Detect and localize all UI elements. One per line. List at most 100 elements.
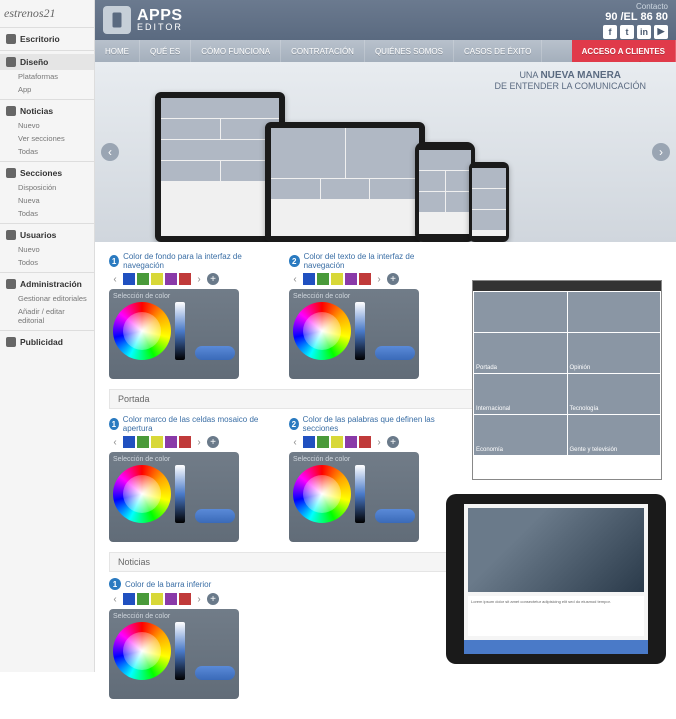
- add-swatch-button[interactable]: +: [387, 436, 399, 448]
- color-swatch[interactable]: [165, 436, 177, 448]
- swatch-prev[interactable]: ‹: [109, 436, 121, 448]
- color-swatch[interactable]: [151, 436, 163, 448]
- add-swatch-button[interactable]: +: [207, 593, 219, 605]
- contact-label: Contacto: [603, 2, 668, 11]
- color-wheel[interactable]: [293, 465, 351, 523]
- sidebar-item[interactable]: Nuevo: [0, 243, 94, 256]
- color-swatch[interactable]: [165, 273, 177, 285]
- sidebar-item[interactable]: Todas: [0, 145, 94, 158]
- bell-icon: [6, 106, 16, 116]
- picker-title: Selección de color: [113, 456, 235, 463]
- color-swatch[interactable]: [137, 436, 149, 448]
- color-wheel[interactable]: [113, 622, 171, 680]
- picker-ok-button[interactable]: [375, 509, 415, 523]
- nav-item[interactable]: QUIÉNES SOMOS: [365, 40, 454, 62]
- color-swatch[interactable]: [303, 436, 315, 448]
- nav-item[interactable]: HOME: [95, 40, 140, 62]
- nav-item[interactable]: QUÉ ES: [140, 40, 191, 62]
- social-icon[interactable]: ▶: [654, 25, 668, 39]
- sidebar-item[interactable]: Gestionar editoriales: [0, 292, 94, 305]
- nav-access-clients[interactable]: ACCESO A CLIENTES: [572, 40, 676, 62]
- swatch-next[interactable]: ›: [193, 273, 205, 285]
- add-swatch-button[interactable]: +: [207, 436, 219, 448]
- sidebar-item[interactable]: Nuevo: [0, 119, 94, 132]
- color-wheel[interactable]: [113, 465, 171, 523]
- carousel-prev-button[interactable]: ‹: [101, 143, 119, 161]
- social-row: ftin▶: [603, 25, 668, 39]
- swatch-prev[interactable]: ‹: [109, 273, 121, 285]
- color-swatch[interactable]: [123, 273, 135, 285]
- picker-ok-button[interactable]: [195, 666, 235, 680]
- sidebar-item[interactable]: Ver secciones: [0, 132, 94, 145]
- color-swatch[interactable]: [345, 273, 357, 285]
- color-swatch[interactable]: [151, 593, 163, 605]
- swatch-prev[interactable]: ‹: [289, 436, 301, 448]
- color-swatch[interactable]: [179, 273, 191, 285]
- sidebar-item[interactable]: Disposición: [0, 181, 94, 194]
- picker-ok-button[interactable]: [375, 346, 415, 360]
- sidebar-item[interactable]: Todos: [0, 256, 94, 269]
- brightness-slider[interactable]: [175, 465, 185, 523]
- sidebar-item[interactable]: Nueva: [0, 194, 94, 207]
- color-swatch[interactable]: [331, 436, 343, 448]
- swatch-prev[interactable]: ‹: [109, 593, 121, 605]
- sidebar-group-usuarios[interactable]: Usuarios: [0, 227, 94, 243]
- nav-item[interactable]: CASOS DE ÉXITO: [454, 40, 542, 62]
- picker-ok-button[interactable]: [195, 346, 235, 360]
- brightness-slider[interactable]: [175, 622, 185, 680]
- social-icon[interactable]: f: [603, 25, 617, 39]
- add-swatch-button[interactable]: +: [387, 273, 399, 285]
- color-swatch[interactable]: [165, 593, 177, 605]
- sidebar-group-diseño[interactable]: Diseño: [0, 54, 94, 70]
- color-option-label: Color del texto de la interfaz de navega…: [304, 252, 439, 270]
- tablet-article-image: [468, 508, 644, 592]
- sidebar-item[interactable]: Plataformas: [0, 70, 94, 83]
- color-swatch[interactable]: [123, 436, 135, 448]
- color-wheel[interactable]: [113, 302, 171, 360]
- color-swatch[interactable]: [137, 273, 149, 285]
- swatch-next[interactable]: ›: [373, 436, 385, 448]
- sidebar-group-escritorio[interactable]: Escritorio: [0, 31, 94, 47]
- sidebar-item[interactable]: Todas: [0, 207, 94, 220]
- color-picker[interactable]: Selección de color: [289, 452, 419, 542]
- color-swatch[interactable]: [179, 593, 191, 605]
- color-swatch[interactable]: [359, 436, 371, 448]
- sidebar-group-noticias[interactable]: Noticias: [0, 103, 94, 119]
- color-swatch[interactable]: [123, 593, 135, 605]
- color-swatch[interactable]: [331, 273, 343, 285]
- color-swatch[interactable]: [179, 436, 191, 448]
- color-swatch[interactable]: [303, 273, 315, 285]
- color-swatch[interactable]: [317, 436, 329, 448]
- social-icon[interactable]: in: [637, 25, 651, 39]
- nav-item[interactable]: CONTRATACIÓN: [281, 40, 365, 62]
- sidebar-group-publicidad[interactable]: Publicidad: [0, 334, 94, 350]
- color-swatch[interactable]: [317, 273, 329, 285]
- brightness-slider[interactable]: [175, 302, 185, 360]
- picker-ok-button[interactable]: [195, 509, 235, 523]
- carousel-next-button[interactable]: ›: [652, 143, 670, 161]
- header-contact: Contacto 90 /EL 86 80 ftin▶: [603, 2, 668, 39]
- social-icon[interactable]: t: [620, 25, 634, 39]
- color-picker[interactable]: Selección de color: [289, 289, 419, 379]
- sidebar-group-administración[interactable]: Administración: [0, 276, 94, 292]
- color-wheel[interactable]: [293, 302, 351, 360]
- swatch-next[interactable]: ›: [373, 273, 385, 285]
- add-swatch-button[interactable]: +: [207, 273, 219, 285]
- color-picker[interactable]: Selección de color: [109, 289, 239, 379]
- brightness-slider[interactable]: [355, 302, 365, 360]
- nav-item[interactable]: CÓMO FUNCIONA: [191, 40, 281, 62]
- swatch-next[interactable]: ›: [193, 593, 205, 605]
- swatch-next[interactable]: ›: [193, 436, 205, 448]
- brightness-slider[interactable]: [355, 465, 365, 523]
- color-swatch[interactable]: [151, 273, 163, 285]
- color-swatch[interactable]: [345, 436, 357, 448]
- swatch-prev[interactable]: ‹: [289, 273, 301, 285]
- color-picker[interactable]: Selección de color: [109, 609, 239, 699]
- color-swatch[interactable]: [137, 593, 149, 605]
- sidebar-group-secciones[interactable]: Secciones: [0, 165, 94, 181]
- color-picker[interactable]: Selección de color: [109, 452, 239, 542]
- sidebar-item[interactable]: App: [0, 83, 94, 96]
- preview-tile: [568, 292, 661, 332]
- sidebar-item[interactable]: Añadir / editar editorial: [0, 305, 94, 327]
- color-swatch[interactable]: [359, 273, 371, 285]
